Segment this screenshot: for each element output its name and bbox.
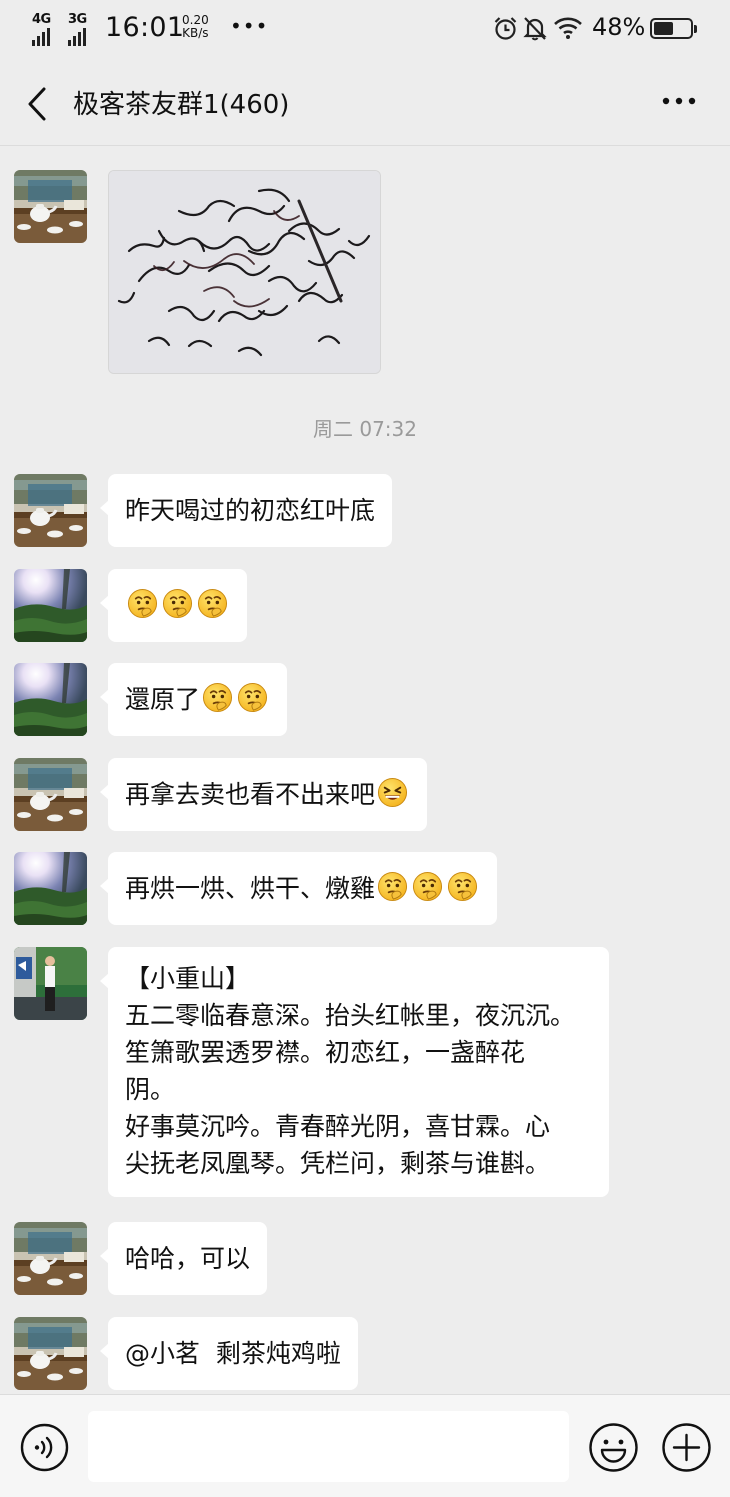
avatar[interactable] xyxy=(14,852,87,925)
message-bubble[interactable]: 再拿去卖也看不出来吧 xyxy=(99,758,428,831)
message-text: @小茗 剩茶炖鸡啦 xyxy=(125,1339,341,1368)
alarm-icon xyxy=(494,17,517,40)
message-bubble[interactable]: 哈哈，可以 xyxy=(99,1222,268,1295)
signal-3g-icon: 3G xyxy=(68,12,87,46)
avatar[interactable] xyxy=(14,474,87,547)
thinking-emoji-icon xyxy=(447,871,478,902)
notification-dots-icon: ••• xyxy=(230,14,269,38)
chat-title: 极客茶友群1(460) xyxy=(73,90,290,120)
poem-line: 阴。 xyxy=(125,1075,176,1104)
battery-percent: 48% xyxy=(592,13,646,41)
message-bubble[interactable]: 再烘一烘、烘干、燉雞 xyxy=(99,852,498,925)
chevron-left-icon[interactable] xyxy=(24,86,54,122)
message-text: 還原了 xyxy=(125,685,201,714)
voice-icon[interactable] xyxy=(20,1423,69,1472)
avatar[interactable] xyxy=(14,758,87,831)
message-text: 哈哈，可以 xyxy=(125,1244,251,1273)
message-bubble[interactable] xyxy=(100,569,247,642)
status-bar: 4G 3G 16:01 0.20 KB/s ••• 48% xyxy=(0,0,730,56)
tea-leaves-image xyxy=(109,171,380,373)
network-4g-label: 4G xyxy=(32,12,51,27)
message-text: 再烘一烘、烘干、燉雞 xyxy=(125,874,376,903)
message-bubble[interactable]: 【小重山】五二零临春意深。抬头红帐里，夜沉沉。 笙箫歌罢透罗襟。初恋红，一盏醉花阴… xyxy=(100,947,609,1197)
plus-icon[interactable] xyxy=(661,1422,712,1473)
mute-bell-icon xyxy=(523,17,547,41)
network-speed: 0.20 KB/s xyxy=(182,14,209,40)
input-bar xyxy=(0,1394,730,1497)
poem-line: 好事莫沉吟。青春醉光阴，喜甘霖。心 xyxy=(125,1112,551,1141)
chat-header: 极客茶友群1(460) xyxy=(0,56,730,146)
message-text: 再拿去卖也看不出来吧 xyxy=(125,780,376,809)
thinking-emoji-icon xyxy=(202,682,233,713)
thinking-emoji-icon xyxy=(162,588,193,619)
message-bubble[interactable]: @小茗 剩茶炖鸡啦 xyxy=(100,1317,358,1390)
message-text: 昨天喝过的初恋红叶底 xyxy=(125,496,376,525)
thinking-emoji-icon xyxy=(412,871,443,902)
wifi-icon xyxy=(554,17,582,39)
thinking-emoji-icon xyxy=(377,871,408,902)
message-bubble[interactable]: 還原了 xyxy=(99,663,288,736)
message-bubble[interactable]: 昨天喝过的初恋红叶底 xyxy=(99,474,393,547)
thinking-emoji-icon xyxy=(197,588,228,619)
battery-icon xyxy=(650,18,697,39)
poem-line: 五二零临春意深。抬头红帐里，夜沉沉。 xyxy=(125,1001,576,1030)
thinking-emoji-icon xyxy=(237,682,268,713)
signal-4g-icon: 4G xyxy=(32,12,51,46)
tea-leaves-photo[interactable] xyxy=(108,170,381,374)
avatar[interactable] xyxy=(14,947,87,1020)
network-3g-label: 3G xyxy=(68,12,87,27)
chat-timestamp: 周二 07:32 xyxy=(313,417,417,441)
message-input[interactable] xyxy=(88,1411,569,1482)
emoji-icon[interactable] xyxy=(588,1422,639,1473)
poem-line: 【小重山】 xyxy=(125,964,251,993)
more-dots-icon[interactable] xyxy=(660,86,700,116)
avatar[interactable] xyxy=(14,569,87,642)
avatar[interactable] xyxy=(14,663,87,736)
avatar[interactable] xyxy=(14,1317,87,1390)
avatar[interactable] xyxy=(14,1222,87,1295)
poem-line: 尖抚老凤凰琴。凭栏问，剩茶与谁斟。 xyxy=(125,1149,551,1178)
speed-unit: KB/s xyxy=(182,26,209,40)
thinking-emoji-icon xyxy=(127,588,158,619)
poem-line: 笙箫歌罢透罗襟。初恋红，一盏醉花 xyxy=(125,1038,526,1067)
grinning-squint-emoji-icon xyxy=(377,777,408,808)
clock: 16:01 xyxy=(105,12,185,43)
avatar[interactable] xyxy=(14,170,87,243)
